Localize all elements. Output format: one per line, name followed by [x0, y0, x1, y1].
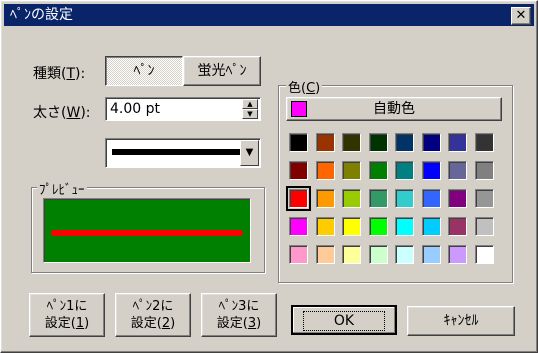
color-swatch[interactable]: [448, 245, 467, 264]
pen-kind-button[interactable]: ﾍﾟﾝ: [105, 56, 183, 86]
color-swatch[interactable]: [289, 133, 308, 152]
preview-area: [43, 198, 251, 263]
cancel-button[interactable]: ｷｬﾝｾﾙ: [407, 306, 515, 336]
close-icon: ✕: [515, 8, 527, 23]
thickness-label: 太さ(W):: [33, 105, 91, 121]
color-swatch[interactable]: [315, 133, 335, 152]
auto-color-label: 自動色: [373, 101, 415, 117]
color-swatch[interactable]: [448, 161, 467, 180]
title-bar[interactable]: ﾍﾟﾝの設定 ✕: [4, 4, 534, 26]
close-button[interactable]: ✕: [511, 7, 531, 25]
window-title: ﾍﾟﾝの設定: [10, 7, 73, 23]
color-swatch[interactable]: [395, 245, 414, 264]
color-swatch[interactable]: [315, 161, 335, 180]
set-pen2-line1: ﾍﾟﾝ2に: [132, 299, 174, 314]
color-swatch[interactable]: [474, 161, 494, 180]
color-swatch[interactable]: [342, 189, 361, 208]
ok-label: OK: [302, 311, 386, 331]
color-swatch[interactable]: [342, 133, 361, 152]
preview-label: ﾌﾟﾚﾋﾞｭｰ: [37, 179, 87, 198]
set-pen3-line2: 設定(3): [216, 316, 262, 331]
color-swatch[interactable]: [448, 217, 467, 236]
line-style-sample: [112, 149, 240, 155]
color-swatch[interactable]: [474, 133, 494, 152]
color-swatch[interactable]: [368, 217, 388, 236]
color-swatch[interactable]: [448, 133, 467, 152]
color-swatch[interactable]: [421, 189, 441, 208]
color-swatch[interactable]: [368, 161, 388, 180]
color-swatch[interactable]: [286, 186, 311, 211]
color-swatch[interactable]: [395, 133, 414, 152]
color-swatch[interactable]: [342, 161, 361, 180]
dropdown-button[interactable]: ▼: [240, 140, 259, 166]
color-swatch[interactable]: [315, 189, 335, 208]
set-pen1-line2: 設定(1): [44, 316, 90, 331]
color-swatch[interactable]: [315, 245, 335, 264]
color-swatch[interactable]: [395, 161, 414, 180]
color-swatch[interactable]: [289, 217, 308, 236]
color-swatch[interactable]: [368, 133, 388, 152]
chevron-down-icon: ▼: [245, 147, 254, 158]
set-pen3-button[interactable]: ﾍﾟﾝ3に 設定(3): [201, 293, 277, 337]
set-pen1-button[interactable]: ﾍﾟﾝ1に 設定(1): [29, 293, 105, 337]
ok-button[interactable]: OK: [291, 305, 397, 335]
color-swatch[interactable]: [368, 245, 388, 264]
auto-color-button[interactable]: 自動色: [286, 97, 502, 121]
color-swatch[interactable]: [421, 161, 441, 180]
kind-label: 種類(T):: [33, 66, 86, 82]
color-swatch[interactable]: [421, 217, 441, 236]
set-pen2-button[interactable]: ﾍﾟﾝ2に 設定(2): [115, 293, 191, 337]
color-label: 色(C): [286, 77, 323, 96]
thickness-input[interactable]: 4.00 pt: [105, 97, 261, 121]
color-swatch[interactable]: [395, 189, 414, 208]
color-swatch[interactable]: [474, 245, 494, 264]
color-swatch[interactable]: [315, 217, 335, 236]
color-swatch[interactable]: [342, 245, 361, 264]
color-swatch[interactable]: [474, 217, 494, 236]
color-swatch[interactable]: [421, 133, 441, 152]
set-pen3-line1: ﾍﾟﾝ3に: [218, 299, 260, 314]
cancel-label: ｷｬﾝｾﾙ: [443, 313, 479, 329]
marker-kind-button[interactable]: 蛍光ﾍﾟﾝ: [183, 56, 261, 86]
auto-color-swatch: [291, 101, 307, 117]
up-arrow-icon: ▲: [247, 100, 253, 108]
color-swatch[interactable]: [368, 189, 388, 208]
color-swatch[interactable]: [289, 245, 308, 264]
set-pen2-line2: 設定(2): [130, 316, 176, 331]
thickness-up-button[interactable]: ▲: [242, 99, 258, 109]
color-swatch[interactable]: [474, 189, 494, 208]
preview-line: [51, 230, 243, 236]
pen-settings-dialog: ﾍﾟﾝの設定 ✕ 種類(T): ﾍﾟﾝ 蛍光ﾍﾟﾝ 太さ(W): 4.00 pt…: [0, 0, 538, 353]
down-arrow-icon: ▼: [247, 110, 253, 118]
line-style-select[interactable]: [105, 138, 261, 168]
color-swatch[interactable]: [448, 189, 467, 208]
color-swatch[interactable]: [395, 217, 414, 236]
color-swatch[interactable]: [421, 245, 441, 264]
thickness-value: 4.00 pt: [110, 101, 160, 117]
set-pen1-line1: ﾍﾟﾝ1に: [46, 299, 88, 314]
color-swatch[interactable]: [342, 217, 361, 236]
color-swatch[interactable]: [289, 161, 308, 180]
thickness-down-button[interactable]: ▼: [242, 109, 258, 119]
